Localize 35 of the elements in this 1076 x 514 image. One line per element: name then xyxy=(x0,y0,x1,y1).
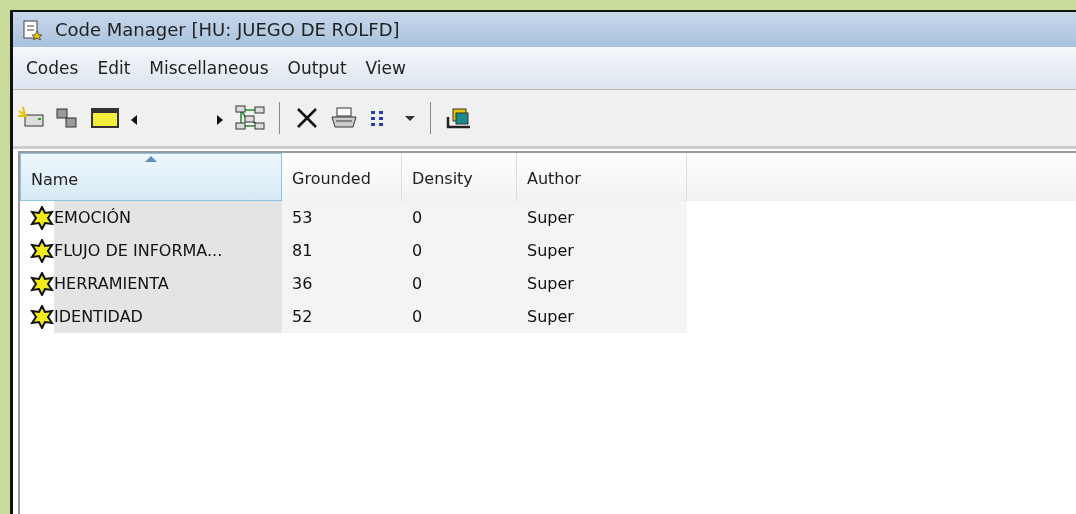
table-cell: Super xyxy=(517,234,687,267)
printer-icon[interactable] xyxy=(328,105,360,131)
table-cell: 0 xyxy=(402,234,517,267)
menu-item[interactable]: View xyxy=(364,56,407,80)
table-cell: 0 xyxy=(402,300,517,333)
table-cell: 52 xyxy=(282,300,402,333)
window-title: Code Manager [HU: JUEGO DE ROLFD] xyxy=(55,19,400,40)
column-header[interactable]: Name xyxy=(20,153,282,201)
table-cell: 0 xyxy=(402,267,517,300)
table-cell: 36 xyxy=(282,267,402,300)
document-icon xyxy=(21,18,43,41)
column-header[interactable]: Density xyxy=(402,153,517,201)
table-cell: Super xyxy=(517,267,687,300)
sort-arrow-icon xyxy=(145,156,157,162)
table-cell: 0 xyxy=(402,201,517,234)
menu-item[interactable]: Edit xyxy=(96,56,132,80)
code-icon xyxy=(30,238,54,263)
table-cell[interactable]: EMOCIÓN xyxy=(54,201,282,234)
table-cell: 53 xyxy=(282,201,402,234)
column-header[interactable]: Grounded xyxy=(282,153,402,201)
code-icon xyxy=(30,271,54,296)
code-icon xyxy=(30,304,54,329)
table-cell[interactable]: IDENTIDAD xyxy=(54,300,282,333)
table-cell: 81 xyxy=(282,234,402,267)
code-icon xyxy=(30,205,54,230)
table-cell: Super xyxy=(517,201,687,234)
table-cell: Super xyxy=(517,300,687,333)
menu-item[interactable]: Output xyxy=(286,56,348,80)
menu-item[interactable]: Codes xyxy=(25,56,80,80)
column-header[interactable]: Author xyxy=(517,153,687,201)
window-icon[interactable] xyxy=(89,105,121,131)
network-icon[interactable] xyxy=(233,104,267,132)
table-cell[interactable]: FLUJO DE INFORMA... xyxy=(54,234,282,267)
menu-item[interactable]: Miscellaneous xyxy=(148,56,270,80)
table-cell[interactable]: HERRAMIENTA xyxy=(54,267,282,300)
